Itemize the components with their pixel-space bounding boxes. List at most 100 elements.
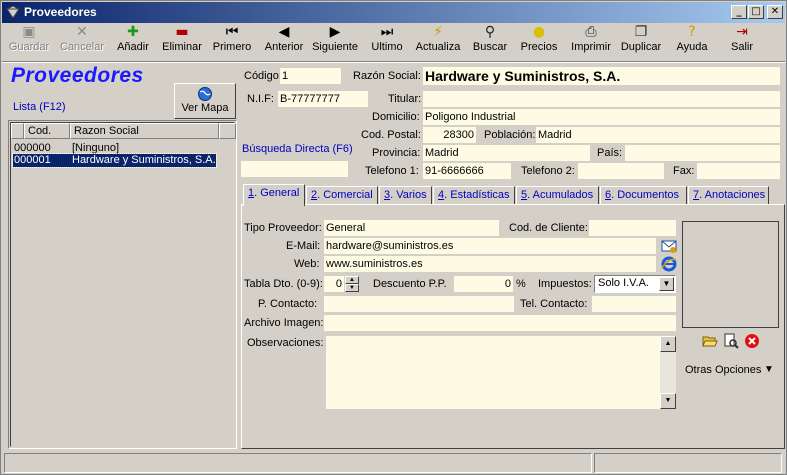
tabla-dto-label: Tabla Dto. (0-9): [244, 278, 323, 290]
suppliers-list[interactable]: Cod. Razon Social 000000 [Ninguno] 000001 H… [8, 120, 237, 449]
minimize-button[interactable]: _ [731, 5, 747, 19]
scroll-up-button[interactable]: ▲ [660, 336, 676, 352]
primero-button[interactable]: ⏮ Primero [210, 24, 254, 60]
añadir-button[interactable]: ✚ Añadir [112, 24, 154, 60]
tabla-dto-up-button[interactable]: ▲ [345, 276, 359, 284]
cod-postal-field[interactable]: 28300 [423, 127, 476, 143]
telefono2-field[interactable] [578, 163, 664, 179]
cod-cliente-label: Cod. de Cliente: [509, 222, 588, 234]
ver-mapa-button[interactable]: Ver Mapa [174, 83, 236, 119]
cod-postal-label: Cod. Postal: [361, 129, 421, 141]
page-title: Proveedores [11, 64, 144, 87]
globe-icon [198, 87, 212, 101]
precios-button[interactable]: ● Precios [517, 24, 561, 60]
tel-contacto-field[interactable] [592, 296, 676, 312]
guardar-label: Guardar [8, 41, 50, 53]
descuento-pp-field[interactable]: 0 [454, 276, 513, 292]
p-contacto-field[interactable] [324, 296, 514, 312]
help-icon: ? [688, 24, 696, 40]
tab-general[interactable]: 1. General [243, 184, 305, 206]
archivo-imagen-field[interactable] [324, 315, 676, 331]
observaciones-textarea[interactable]: ▲ ▼ [326, 336, 676, 409]
cancel-icon: ✕ [76, 24, 88, 40]
provincia-field[interactable]: Madrid [423, 145, 590, 161]
cod-cliente-field[interactable] [589, 220, 676, 236]
busqueda-directa-input[interactable] [241, 161, 348, 177]
list-item[interactable]: 000001 Hardware y Suministros, S.A. [12, 153, 217, 168]
maximize-button[interactable]: □ [748, 5, 764, 19]
otras-opciones-label[interactable]: Otras Opciones [685, 362, 761, 378]
buscar-button[interactable]: ⚲ Buscar [468, 24, 512, 60]
impuestos-value: Solo I.V.A. [598, 277, 649, 289]
tab-comercial[interactable]: 2. Comercial [306, 186, 378, 205]
status-panel-main [4, 453, 592, 473]
tab-label: . Estadísticas [444, 189, 510, 201]
list-label[interactable]: Lista (F12) [13, 101, 66, 113]
anterior-label: Anterior [264, 41, 304, 53]
pais-field[interactable] [625, 145, 780, 161]
list-item-code: 000001 [14, 154, 51, 166]
tabla-dto-field[interactable]: 0 [324, 276, 344, 292]
dropdown-arrow-icon[interactable]: ▼ [659, 277, 674, 291]
razon-social-field[interactable]: Hardware y Suministros, S.A. [423, 67, 780, 85]
nif-field[interactable]: B-77777777 [278, 91, 368, 107]
actualiza-button[interactable]: ⚡ Actualiza [413, 24, 463, 60]
tab-varios[interactable]: 3. Varios [379, 186, 432, 205]
open-folder-icon[interactable] [702, 333, 718, 349]
delete-image-icon[interactable] [744, 333, 760, 349]
domicilio-field[interactable]: Poligono Industrial [423, 109, 780, 125]
list-header-filler [219, 123, 236, 139]
cancelar-button[interactable]: ✕ Cancelar [57, 24, 107, 60]
ver-mapa-label: Ver Mapa [181, 102, 229, 114]
list-header-name[interactable]: Razon Social [70, 123, 219, 139]
web-field[interactable]: www.suministros.es [324, 256, 656, 272]
duplicar-button[interactable]: ❐ Duplicar [618, 24, 664, 60]
window-title: Proveedores [24, 5, 97, 19]
codigo-field[interactable]: 1 [280, 68, 341, 84]
observaciones-scrollbar[interactable]: ▲ ▼ [660, 336, 676, 409]
close-button[interactable]: ✕ [767, 5, 783, 19]
titular-label: Titular: [388, 93, 422, 105]
nif-label: N.I.F: [247, 93, 274, 105]
tab-documentos[interactable]: 6. Documentos [600, 186, 687, 205]
poblacion-field[interactable]: Madrid [536, 127, 780, 143]
save-icon: ▣ [22, 24, 36, 40]
otras-opciones-arrow-icon[interactable]: ▼ [764, 362, 774, 378]
ultimo-label: Ultimo [371, 41, 403, 53]
first-record-icon: ⏮ [225, 24, 239, 40]
tab-anotaciones[interactable]: 7. Anotaciones [688, 186, 769, 205]
impuestos-select[interactable]: Solo I.V.A. ▼ [594, 275, 676, 293]
tab-strip: 1. General 2. Comercial 3. Varios 4. Estadí… [241, 184, 785, 206]
tab-acumulados[interactable]: 5. Acumulados [516, 186, 599, 205]
list-header-indicator [11, 123, 24, 139]
next-record-icon: ▶ [329, 24, 341, 40]
scroll-down-button[interactable]: ▼ [660, 393, 676, 409]
ayuda-label: Ayuda [676, 41, 708, 53]
status-panel-secondary [594, 453, 782, 473]
telefono1-field[interactable]: 91-6666666 [423, 163, 511, 179]
imprimir-button[interactable]: ⎙ Imprimir [568, 24, 614, 60]
eliminar-button[interactable]: ▬ Eliminar [159, 24, 205, 60]
titular-field[interactable] [423, 91, 780, 107]
ayuda-button[interactable]: ? Ayuda [672, 24, 712, 60]
main-window: Proveedores _ □ ✕ ▣ Guardar ✕ Cancelar ✚ Añad… [0, 0, 787, 475]
tipo-proveedor-field[interactable]: General [324, 220, 499, 236]
salir-label: Salir [730, 41, 753, 53]
internet-explorer-icon[interactable] [660, 255, 678, 273]
app-icon [6, 5, 20, 19]
email-send-icon[interactable] [660, 237, 678, 255]
siguiente-label: Siguiente [312, 41, 358, 53]
salir-button[interactable]: ⇥ Salir [722, 24, 762, 60]
fax-field[interactable] [697, 163, 780, 179]
guardar-button[interactable]: ▣ Guardar [5, 24, 53, 60]
email-field[interactable]: hardware@suministros.es [324, 238, 656, 254]
tab-estadísticas[interactable]: 4. Estadísticas [433, 186, 515, 205]
preview-document-icon[interactable] [723, 333, 739, 349]
list-item-name: Hardware y Suministros, S.A. [72, 154, 216, 166]
list-header-code[interactable]: Cod. [24, 123, 70, 139]
anterior-button[interactable]: ◀ Anterior [261, 24, 307, 60]
telefono1-label: Telefono 1: [365, 165, 419, 177]
ultimo-button[interactable]: ⏭ Ultimo [367, 24, 407, 60]
siguiente-button[interactable]: ▶ Siguiente [309, 24, 361, 60]
tabla-dto-down-button[interactable]: ▼ [345, 284, 359, 292]
